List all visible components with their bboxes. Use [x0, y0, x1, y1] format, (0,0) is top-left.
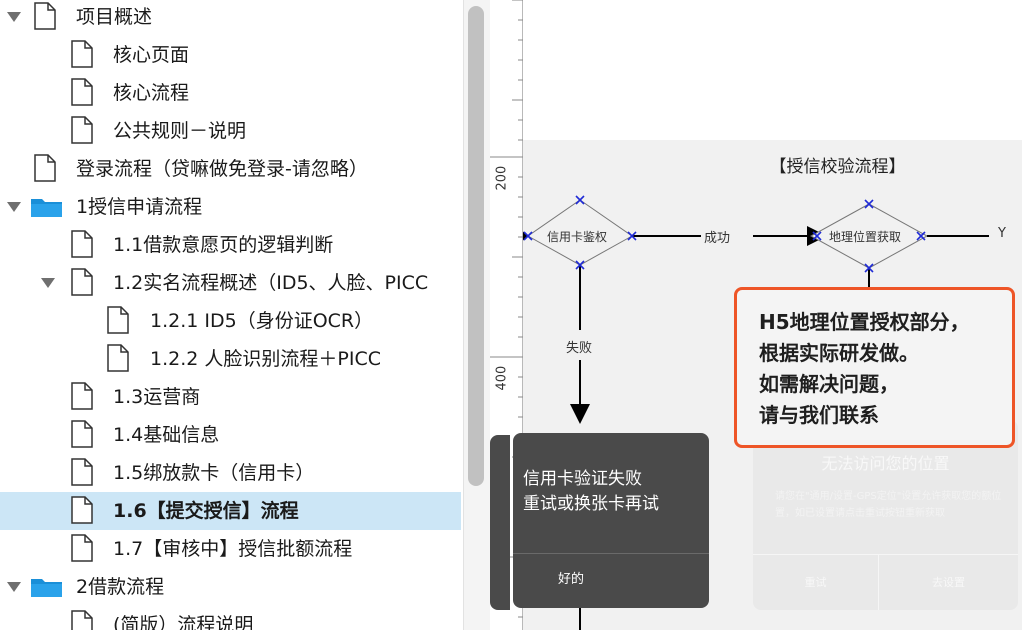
- page-icon: [71, 496, 93, 524]
- expand-arrow-icon[interactable]: [6, 581, 22, 593]
- tree-item-bind-card[interactable]: 1.5绑放款卡（信用卡）: [0, 454, 461, 492]
- page-icon: [34, 2, 56, 30]
- tree-folder-loan-flow[interactable]: 2借款流程: [0, 568, 461, 606]
- node-label-geo-fetch: 地理位置获取: [829, 230, 902, 244]
- tree-item-core-flows[interactable]: 核心流程: [0, 74, 461, 112]
- sitemap-tree: 项目概述 核心页面 核心流程 公共规则－说明 登录流程（贷嘛做免登录-请忽略）: [0, 0, 463, 630]
- annotation-note[interactable]: H5地理位置授权部分， 根据实际研发做。 如需解决问题， 请与我们联系: [734, 287, 1015, 448]
- page-icon: [71, 420, 93, 448]
- design-canvas[interactable]: 200 400 600 【授信校验流程】: [490, 0, 1022, 630]
- edge-label-success: 成功: [704, 231, 731, 246]
- tree-item-basic-info[interactable]: 1.4基础信息: [0, 416, 461, 454]
- tree-item-label: 1.2实名流程概述（ID5、人脸、PICC: [113, 272, 429, 294]
- dialog-message-line: 重试或换张卡再试: [523, 494, 659, 514]
- tree-item-realname-overview[interactable]: 1.2实名流程概述（ID5、人脸、PICC: [0, 264, 461, 302]
- tree-item-label: 1.4基础信息: [113, 424, 220, 446]
- dialog-retry-button[interactable]: 重试: [753, 554, 878, 610]
- page-icon: [71, 458, 93, 486]
- node-label-credit-card-auth: 信用卡鉴权: [547, 230, 608, 244]
- tree-item-loan-intent-logic[interactable]: 1.1借款意愿页的逻辑判断: [0, 226, 461, 264]
- page-icon: [71, 268, 93, 296]
- folder-icon: [30, 196, 64, 218]
- folder-icon: [30, 576, 64, 598]
- tree-item-login-flow[interactable]: 登录流程（贷嘛做免登录-请忽略）: [0, 150, 461, 188]
- edge-label-failure: 失败: [566, 341, 593, 356]
- dialog-body: 请您在"通用/设置-GPS定位"设置允许获取您的额位置，如已设置请点击重试按钮重…: [775, 491, 1002, 519]
- tree-item-label: 1.2.1 ID5（身份证OCR）: [150, 310, 374, 332]
- page-icon: [107, 306, 129, 334]
- expand-arrow-icon[interactable]: [6, 201, 22, 213]
- diagram-stage: 【授信校验流程】 信用卡鉴权 地理位置获取 成功 失败 Y 信用卡验证失败 重试…: [513, 0, 1022, 630]
- tree-item-label: 公共规则－说明: [113, 120, 247, 142]
- ruler-label-200: 200: [494, 165, 510, 191]
- dialog-message: 信用卡验证失败 重试或换张卡再试: [523, 467, 709, 517]
- tree-item-face-recognition[interactable]: 1.2.2 人脸识别流程＋PICC: [0, 340, 461, 378]
- page-icon: [71, 230, 93, 258]
- tree-item-label: 项目概述: [76, 6, 153, 28]
- tree-item-label: 1授信申请流程: [76, 196, 203, 218]
- tree-item-project-overview[interactable]: 项目概述: [0, 0, 461, 36]
- annotation-line: 请与我们联系: [759, 403, 879, 427]
- tree-item-label: 2借款流程: [76, 576, 165, 598]
- page-icon: [71, 382, 93, 410]
- annotation-line: H5地理位置授权部分，: [759, 310, 970, 334]
- expand-arrow-icon[interactable]: [6, 11, 22, 23]
- tree-item-label: (简版）流程说明: [113, 614, 254, 630]
- edge-label-yes: Y: [998, 226, 1006, 241]
- page-icon: [107, 344, 129, 372]
- location-denied-dialog[interactable]: 无法访问您的位置 请您在"通用/设置-GPS定位"设置允许获取您的额位置，如已设…: [753, 420, 1018, 610]
- ruler-label-400: 400: [494, 365, 510, 391]
- tree-item-simple-flow[interactable]: (简版）流程说明: [0, 606, 461, 630]
- tree-item-label: 1.2.2 人脸识别流程＋PICC: [150, 348, 381, 370]
- page-icon: [71, 116, 93, 144]
- dialog-settings-button[interactable]: 去设置: [879, 554, 1018, 610]
- tree-item-review-credit[interactable]: 1.7【审核中】授信批额流程: [0, 530, 461, 568]
- tree-item-label: 登录流程（贷嘛做免登录-请忽略）: [76, 158, 368, 180]
- dialog-ok-button[interactable]: 好的: [513, 554, 629, 600]
- page-icon: [71, 78, 93, 106]
- tree-item-label: 1.5绑放款卡（信用卡）: [113, 462, 315, 484]
- offscreen-dialog-edge: [490, 435, 510, 610]
- tree-folder-credit-application[interactable]: 1授信申请流程: [0, 188, 461, 226]
- tree-item-submit-credit[interactable]: 1.6【提交授信】流程: [0, 492, 461, 530]
- page-icon: [34, 154, 56, 182]
- tree-item-label: 1.6【提交授信】流程: [113, 500, 299, 522]
- tree-scrollbar-thumb[interactable]: [468, 6, 484, 486]
- dialog-title: 无法访问您的位置: [821, 454, 950, 473]
- card-verify-failed-dialog[interactable]: 信用卡验证失败 重试或换张卡再试 好的: [513, 433, 709, 608]
- annotation-text: H5地理位置授权部分， 根据实际研发做。 如需解决问题， 请与我们联系: [759, 307, 970, 431]
- expand-arrow-icon[interactable]: [40, 277, 56, 289]
- annotation-line: 如需解决问题，: [759, 372, 899, 396]
- page-icon: [71, 40, 93, 68]
- tree-item-label: 1.3运营商: [113, 386, 201, 408]
- tree-item-id5-ocr[interactable]: 1.2.1 ID5（身份证OCR）: [0, 302, 461, 340]
- page-icon: [71, 610, 93, 630]
- tree-item-carrier[interactable]: 1.3运营商: [0, 378, 461, 416]
- page-icon: [71, 534, 93, 562]
- dialog-message-line: 信用卡验证失败: [523, 469, 642, 489]
- tree-item-label: 核心流程: [113, 82, 190, 104]
- tree-item-core-pages[interactable]: 核心页面: [0, 36, 461, 74]
- tree-item-label: 核心页面: [113, 44, 190, 66]
- tree-item-label: 1.7【审核中】授信批额流程: [113, 538, 353, 560]
- annotation-line: 根据实际研发做。: [759, 341, 919, 365]
- tree-item-public-rules[interactable]: 公共规则－说明: [0, 112, 461, 150]
- tree-item-label: 1.1借款意愿页的逻辑判断: [113, 234, 334, 256]
